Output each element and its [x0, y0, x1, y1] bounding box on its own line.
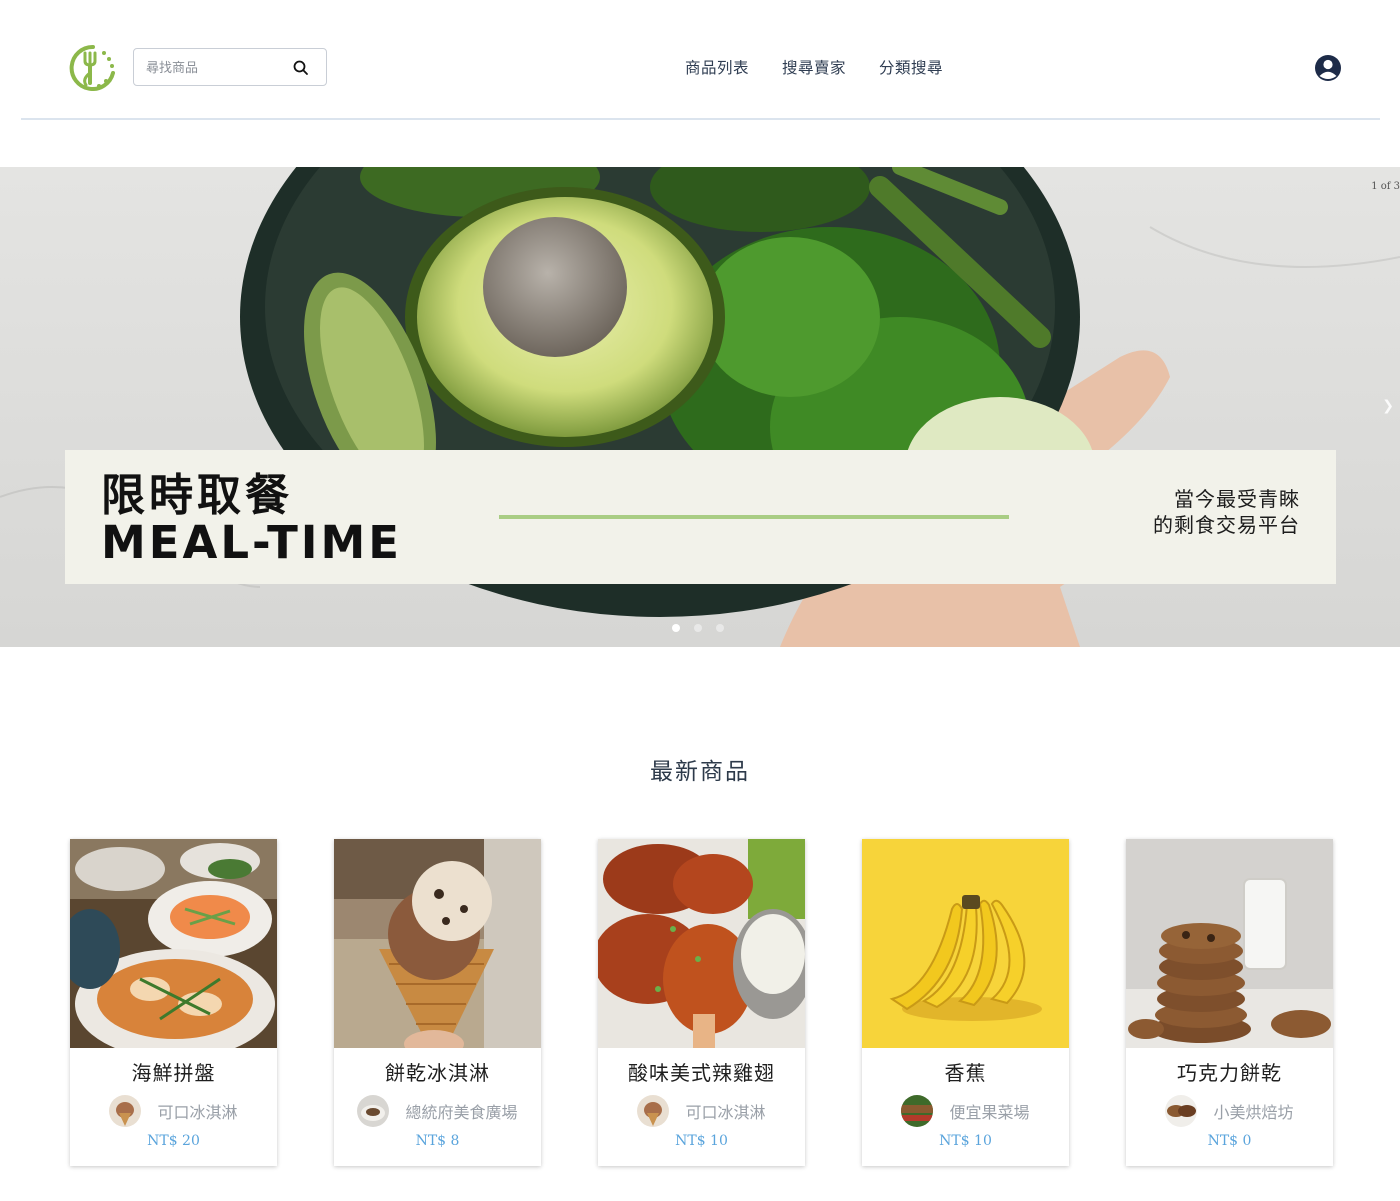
seller-avatar — [1165, 1095, 1198, 1127]
product-image — [598, 839, 805, 1048]
nav-search-seller[interactable]: 搜尋賣家 — [782, 56, 846, 78]
next-slide-arrow-icon[interactable]: ❯ — [1382, 398, 1394, 414]
banner-divider-line — [499, 515, 1009, 519]
carousel-indicators — [672, 624, 724, 632]
seller-info[interactable]: 總統府美食廣場 — [334, 1095, 541, 1127]
logo-icon[interactable] — [68, 43, 118, 91]
product-name: 酸味美式辣雞翅 — [628, 1061, 775, 1085]
product-price: NT$ 20 — [147, 1133, 200, 1149]
seller-name: 便宜果菜場 — [949, 1103, 1030, 1122]
seller-info[interactable]: 小美烘焙坊 — [1126, 1095, 1333, 1127]
latest-products-heading: 最新商品 — [650, 759, 750, 785]
seller-name: 可口冰淇淋 — [685, 1103, 766, 1122]
seller-avatar — [637, 1095, 670, 1127]
seller-info[interactable]: 便宜果菜場 — [862, 1095, 1069, 1127]
hero-title-english: MEAL-TIME — [101, 516, 403, 569]
seller-avatar — [357, 1095, 390, 1127]
hero-banner: 限時取餐 MEAL-TIME 當今最受青睞 的剩食交易平台 — [65, 450, 1336, 584]
product-image — [70, 839, 277, 1048]
search-input[interactable] — [146, 58, 286, 78]
seller-name: 可口冰淇淋 — [157, 1103, 238, 1122]
product-name: 海鮮拼盤 — [131, 1061, 216, 1085]
product-price: NT$ 8 — [415, 1133, 460, 1149]
hero-tagline: 當今最受青睞 的剩食交易平台 — [1153, 486, 1300, 538]
carousel-dot-3[interactable] — [716, 624, 724, 632]
product-card[interactable]: 酸味美式辣雞翅 可口冰淇淋 NT$ 10 — [598, 839, 805, 1166]
product-price: NT$ 0 — [1207, 1133, 1252, 1149]
seller-info[interactable]: 可口冰淇淋 — [70, 1095, 277, 1127]
nav-product-list[interactable]: 商品列表 — [685, 56, 749, 78]
hero-title-chinese: 限時取餐 — [101, 470, 293, 521]
product-card[interactable]: 巧克力餅乾 小美烘焙坊 NT$ 0 — [1126, 839, 1333, 1166]
product-price: NT$ 10 — [939, 1133, 992, 1149]
carousel-dot-2[interactable] — [694, 624, 702, 632]
product-image — [334, 839, 541, 1048]
hero-tagline-line-1: 當今最受青睞 — [1174, 487, 1300, 511]
hero-carousel: 1 of 3 ❯ 限時取餐 MEAL-TIME 當今最受青睞 的剩食交易平台 — [0, 167, 1400, 647]
product-image — [862, 839, 1069, 1048]
search-icon[interactable] — [292, 59, 310, 77]
product-price: NT$ 10 — [675, 1133, 728, 1149]
main-nav: 商品列表 搜尋賣家 分類搜尋 — [685, 56, 943, 78]
product-card[interactable]: 餅乾冰淇淋 總統府美食廣場 NT$ 8 — [334, 839, 541, 1166]
user-account-icon[interactable] — [1314, 54, 1342, 82]
slide-counter: 1 of 3 — [1371, 181, 1400, 192]
seller-name: 小美烘焙坊 — [1213, 1103, 1294, 1122]
site-header: 商品列表 搜尋賣家 分類搜尋 — [21, 0, 1380, 120]
search-box — [133, 48, 327, 86]
seller-avatar — [109, 1095, 142, 1127]
carousel-dot-1[interactable] — [672, 624, 680, 632]
seller-name: 總統府美食廣場 — [405, 1103, 518, 1122]
seller-avatar — [901, 1095, 934, 1127]
product-name: 香蕉 — [944, 1061, 987, 1085]
product-card[interactable]: 香蕉 便宜果菜場 NT$ 10 — [862, 839, 1069, 1166]
product-name: 餅乾冰淇淋 — [385, 1061, 490, 1085]
nav-category-search[interactable]: 分類搜尋 — [879, 56, 943, 78]
product-name: 巧克力餅乾 — [1177, 1061, 1282, 1085]
hero-tagline-line-2: 的剩食交易平台 — [1153, 513, 1300, 537]
product-image — [1126, 839, 1333, 1048]
seller-info[interactable]: 可口冰淇淋 — [598, 1095, 805, 1127]
product-card[interactable]: 海鮮拼盤 可口冰淇淋 NT$ 20 — [70, 839, 277, 1166]
